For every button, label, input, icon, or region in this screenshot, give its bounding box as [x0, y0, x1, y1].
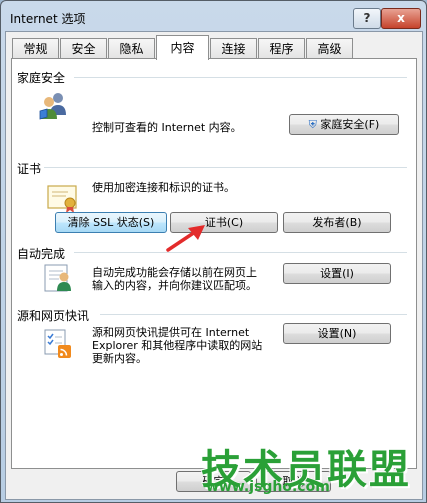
watermark-url: www.jsgho.com [206, 479, 330, 495]
dialog-window: Internet 选项 ? x 常规 安全 隐私 内容 连接 程序 高级 家庭安… [0, 0, 427, 503]
feeds-heading: 源和网页快讯 [17, 309, 90, 323]
family-safety-heading: 家庭安全 [17, 71, 66, 85]
certificates-heading: 证书 [17, 162, 42, 176]
family-safety-button[interactable]: ⛨ 家庭安全(F) [289, 114, 399, 135]
window-title: Internet 选项 [10, 12, 86, 26]
feeds-description-line2: Explorer 和其他程序中读取的网站 [92, 339, 263, 352]
tab-security[interactable]: 安全 [60, 38, 107, 59]
feeds-settings-button[interactable]: 设置(N) [283, 323, 391, 344]
autocomplete-icon [44, 264, 71, 292]
tab-content[interactable]: 内容 [156, 35, 209, 60]
tab-privacy[interactable]: 隐私 [108, 38, 155, 59]
section-divider [100, 314, 407, 315]
title-bar[interactable]: Internet 选项 ? x [1, 1, 426, 31]
autocomplete-settings-button[interactable]: 设置(I) [283, 263, 391, 284]
help-button[interactable]: ? [353, 8, 381, 29]
feeds-description-line3: 更新内容。 [92, 352, 147, 365]
tab-programs[interactable]: 程序 [258, 38, 305, 59]
red-arrow-annotation [166, 225, 205, 252]
dialog-client-area: 常规 安全 隐私 内容 连接 程序 高级 家庭安全 控制可查看的 Interne… [5, 31, 423, 500]
content-tab-panel: 家庭安全 控制可查看的 Internet 内容。 ⛨ 家庭安全(F) 证书 使用… [11, 58, 417, 469]
section-divider [74, 77, 407, 78]
autocomplete-heading: 自动完成 [17, 247, 66, 261]
feeds-rss-icon [44, 329, 71, 358]
section-divider [44, 167, 407, 168]
publishers-button[interactable]: 发布者(B) [283, 212, 391, 233]
certificate-icon [47, 185, 77, 213]
tab-advanced[interactable]: 高级 [306, 38, 353, 59]
uac-shield-icon: ⛨ [308, 118, 317, 131]
tab-general[interactable]: 常规 [12, 38, 59, 59]
autocomplete-description-line1: 自动完成功能会存储以前在网页上 [92, 266, 257, 279]
feeds-description-line1: 源和网页快讯提供可在 Internet [92, 326, 250, 339]
autocomplete-description-line2: 输入的内容，并向你建议匹配项。 [92, 279, 257, 292]
clear-ssl-state-button[interactable]: 清除 SSL 状态(S) [55, 212, 167, 233]
family-safety-button-label: 家庭安全(F) [320, 118, 380, 131]
family-safety-description: 控制可查看的 Internet 内容。 [92, 121, 242, 134]
tab-connections[interactable]: 连接 [210, 38, 257, 59]
close-button[interactable]: x [381, 8, 421, 29]
family-users-icon [39, 93, 66, 120]
certificates-description: 使用加密连接和标识的证书。 [92, 181, 235, 194]
section-divider [74, 252, 407, 253]
